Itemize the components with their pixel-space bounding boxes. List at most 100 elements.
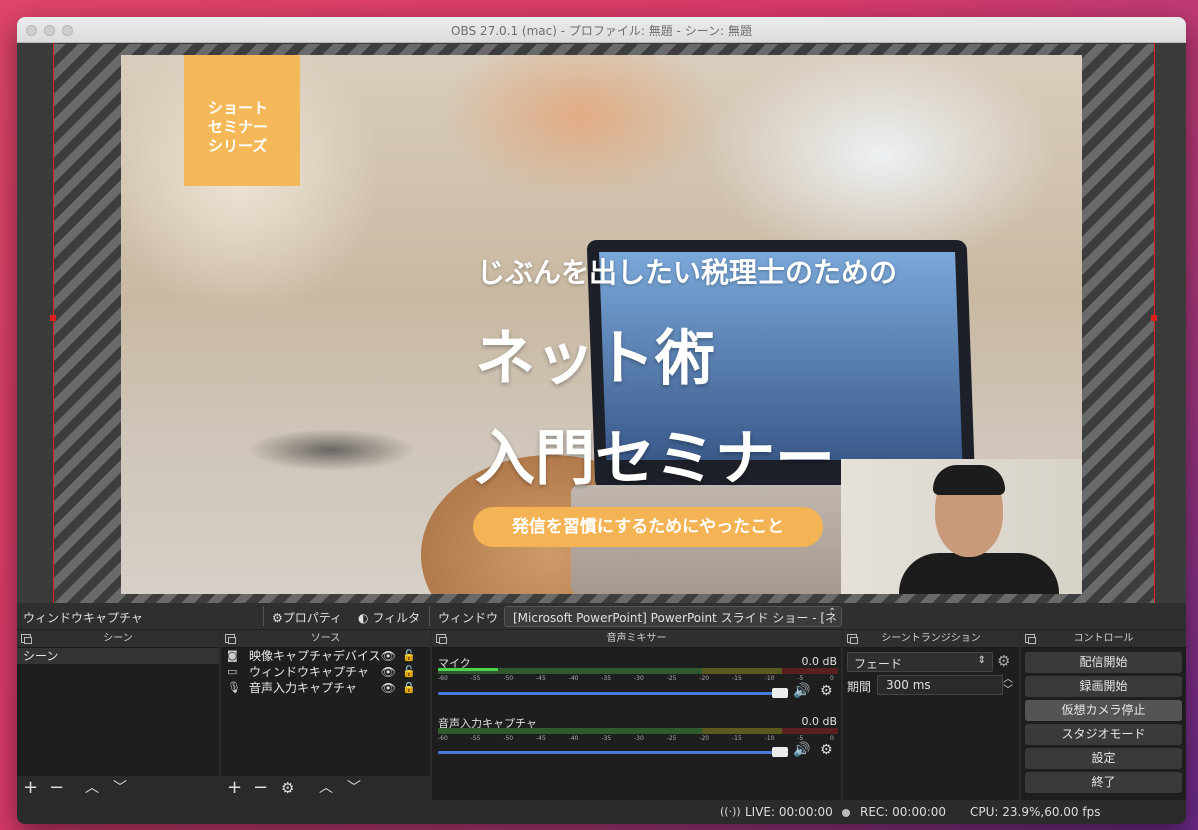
meter-tick-label: -50	[503, 675, 514, 682]
properties-button[interactable]: ⚙プロパティ	[272, 609, 342, 626]
dock-float-icon[interactable]	[225, 634, 236, 644]
filter-icon: ◐	[358, 611, 369, 625]
start-recording-button[interactable]: 録画開始	[1025, 676, 1182, 697]
meter-tick-label: -5	[797, 675, 804, 682]
sources-dock-title: ソース	[310, 633, 341, 644]
eye-icon[interactable]: 👁	[381, 680, 396, 696]
meter-tick-label: -55	[470, 675, 481, 682]
move-down-button[interactable]: ﹀	[347, 776, 361, 800]
meter-tick-label: -20	[699, 735, 710, 742]
speaker-icon[interactable]: 🔊	[793, 742, 810, 758]
start-streaming-button[interactable]: 配信開始	[1025, 652, 1182, 673]
volume-slider[interactable]	[438, 751, 778, 754]
status-bar: ((·)) LIVE: 00:00:00 REC: 00:00:00 CPU: …	[17, 800, 1186, 824]
selection-outline-left	[53, 43, 54, 603]
duration-input[interactable]: 300 ms	[877, 675, 1003, 695]
gear-icon: ⚙	[272, 611, 283, 625]
scenes-dock: シーン シーン + − ︿ ﹀	[17, 630, 219, 800]
unlock-icon[interactable]: 🔓	[402, 664, 416, 680]
audio-mixer-dock: 音声ミキサー マイク 0.0 dB -60 -55 -50 -45 -40 -35 -30-…	[432, 630, 841, 800]
volume-slider-handle[interactable]	[772, 688, 788, 698]
gear-icon[interactable]: ⚙	[997, 652, 1010, 670]
source-properties-button[interactable]: ⚙	[281, 776, 294, 800]
meter-tick-label: -60	[438, 675, 448, 682]
studio-mode-button[interactable]: スタジオモード	[1025, 724, 1182, 745]
camera-icon: ◙	[227, 649, 238, 662]
meter-tick-label: -15	[732, 735, 742, 742]
eye-icon[interactable]: 👁	[381, 664, 396, 680]
eye-icon[interactable]: 👁	[381, 648, 396, 664]
meter-tick-label: -45	[536, 735, 546, 742]
cpu-usage: CPU: 23.9%,60.00 fps	[970, 805, 1101, 819]
selection-outline-right	[1154, 43, 1155, 603]
settings-button[interactable]: 設定	[1025, 748, 1182, 769]
dock-float-icon[interactable]	[1025, 634, 1036, 644]
exit-button[interactable]: 終了	[1025, 772, 1182, 793]
mic-icon: 🎙	[227, 681, 241, 694]
meter-tick-label: -30	[634, 735, 644, 742]
transition-select[interactable]: フェード ⇕	[847, 652, 993, 672]
stop-virtual-camera-button[interactable]: 仮想カメラ停止	[1025, 700, 1182, 721]
source-toolbar: ウィンドウキャプチャ ⚙プロパティ ◐ フィルタ ウィンドウ [Microsof…	[17, 603, 1186, 630]
move-down-button[interactable]: ﹀	[113, 776, 127, 800]
window-title: OBS 27.0.1 (mac) - プロファイル: 無題 - シーン: 無題	[451, 24, 752, 38]
scene-item[interactable]: シーン	[17, 648, 219, 664]
preview-slide: ショート セミナー シリーズ じぶんを出したい税理士のための ネット術 入門セミ…	[121, 55, 1082, 594]
live-timer: LIVE: 00:00:00	[745, 805, 833, 819]
slide-tagline: 発信を習慣にするためにやったこと	[473, 507, 823, 547]
window-select[interactable]: [Microsoft PowerPoint] PowerPoint スライド シ…	[504, 606, 842, 627]
channel-db: 0.0 dB	[801, 655, 837, 668]
remove-source-button[interactable]: −	[253, 776, 268, 800]
series-badge: ショート セミナー シリーズ	[184, 55, 300, 186]
volume-slider[interactable]	[438, 692, 778, 695]
window-icon: ▭	[227, 665, 238, 678]
duration-stepper[interactable]: ︿ ﹀	[1003, 674, 1013, 696]
meter-tick-label: -10	[764, 675, 775, 682]
move-up-button[interactable]: ︿	[319, 776, 333, 800]
meter-tick-label: -10	[764, 735, 775, 742]
move-up-button[interactable]: ︿	[85, 776, 99, 800]
source-item[interactable]: ▭ ウィンドウキャプチャ 👁 🔓	[221, 664, 430, 680]
remove-scene-button[interactable]: −	[49, 776, 64, 800]
gear-icon[interactable]: ⚙	[820, 742, 833, 758]
dock-float-icon[interactable]	[436, 634, 447, 644]
slide-title-line1: ネット術	[475, 324, 715, 394]
unlock-icon[interactable]: 🔓	[402, 648, 416, 664]
meter-tick-label: -50	[503, 735, 514, 742]
chevron-updown-icon: ⌃	[828, 607, 837, 618]
meter-tick-label: -25	[666, 675, 677, 682]
broadcast-icon: ((·))	[720, 805, 741, 818]
resize-handle-left[interactable]	[50, 315, 56, 321]
window-label: ウィンドウ	[438, 611, 499, 625]
scenes-dock-title: シーン	[103, 633, 133, 644]
meter-tick-label: -25	[666, 735, 677, 742]
dock-float-icon[interactable]	[21, 634, 32, 644]
meter-tick-label: 0	[830, 675, 834, 682]
scene-transitions-dock: シーントランジション フェード ⇕ ⚙ 期間 300 ms ︿ ﹀	[843, 630, 1019, 800]
dock-float-icon[interactable]	[847, 634, 858, 644]
source-item[interactable]: ◙ 映像キャプチャデバイス 👁 🔓	[221, 648, 430, 664]
meter-tick-label: -5	[797, 735, 804, 742]
resize-handle-right[interactable]	[1151, 315, 1157, 321]
slide-subtitle: じぶんを出したい税理士のための	[477, 256, 898, 289]
slide-title-line2: 入門セミナー	[475, 424, 835, 494]
add-scene-button[interactable]: +	[23, 776, 38, 800]
controls-dock: コントロール 配信開始 録画開始 仮想カメラ停止 スタジオモード 設定 終了	[1021, 630, 1186, 800]
add-source-button[interactable]: +	[227, 776, 242, 800]
obs-window: OBS 27.0.1 (mac) - プロファイル: 無題 - シーン: 無題 …	[17, 17, 1186, 824]
speaker-icon[interactable]: 🔊	[793, 683, 810, 699]
meter-tick-label: -55	[470, 735, 481, 742]
mixer-dock-title: 音声ミキサー	[606, 633, 667, 644]
chevron-updown-icon: ⇕	[977, 655, 986, 666]
filters-button[interactable]: ◐ フィルタ	[358, 609, 420, 626]
selected-source-name: ウィンドウキャプチャ	[23, 611, 143, 625]
rec-timer: REC: 00:00:00	[860, 805, 947, 819]
lock-icon[interactable]: 🔒	[402, 680, 416, 696]
gear-icon[interactable]: ⚙	[820, 683, 833, 699]
source-item[interactable]: 🎙 音声入力キャプチャ 👁 🔒	[221, 680, 430, 696]
volume-slider-handle[interactable]	[772, 747, 788, 757]
meter-tick-label: -35	[601, 675, 612, 682]
duration-label: 期間	[847, 680, 872, 694]
controls-dock-title: コントロール	[1073, 633, 1134, 644]
sources-dock: ソース ◙ 映像キャプチャデバイス 👁 🔓 ▭ ウィンドウキャプチャ 👁 🔓 🎙…	[221, 630, 430, 800]
